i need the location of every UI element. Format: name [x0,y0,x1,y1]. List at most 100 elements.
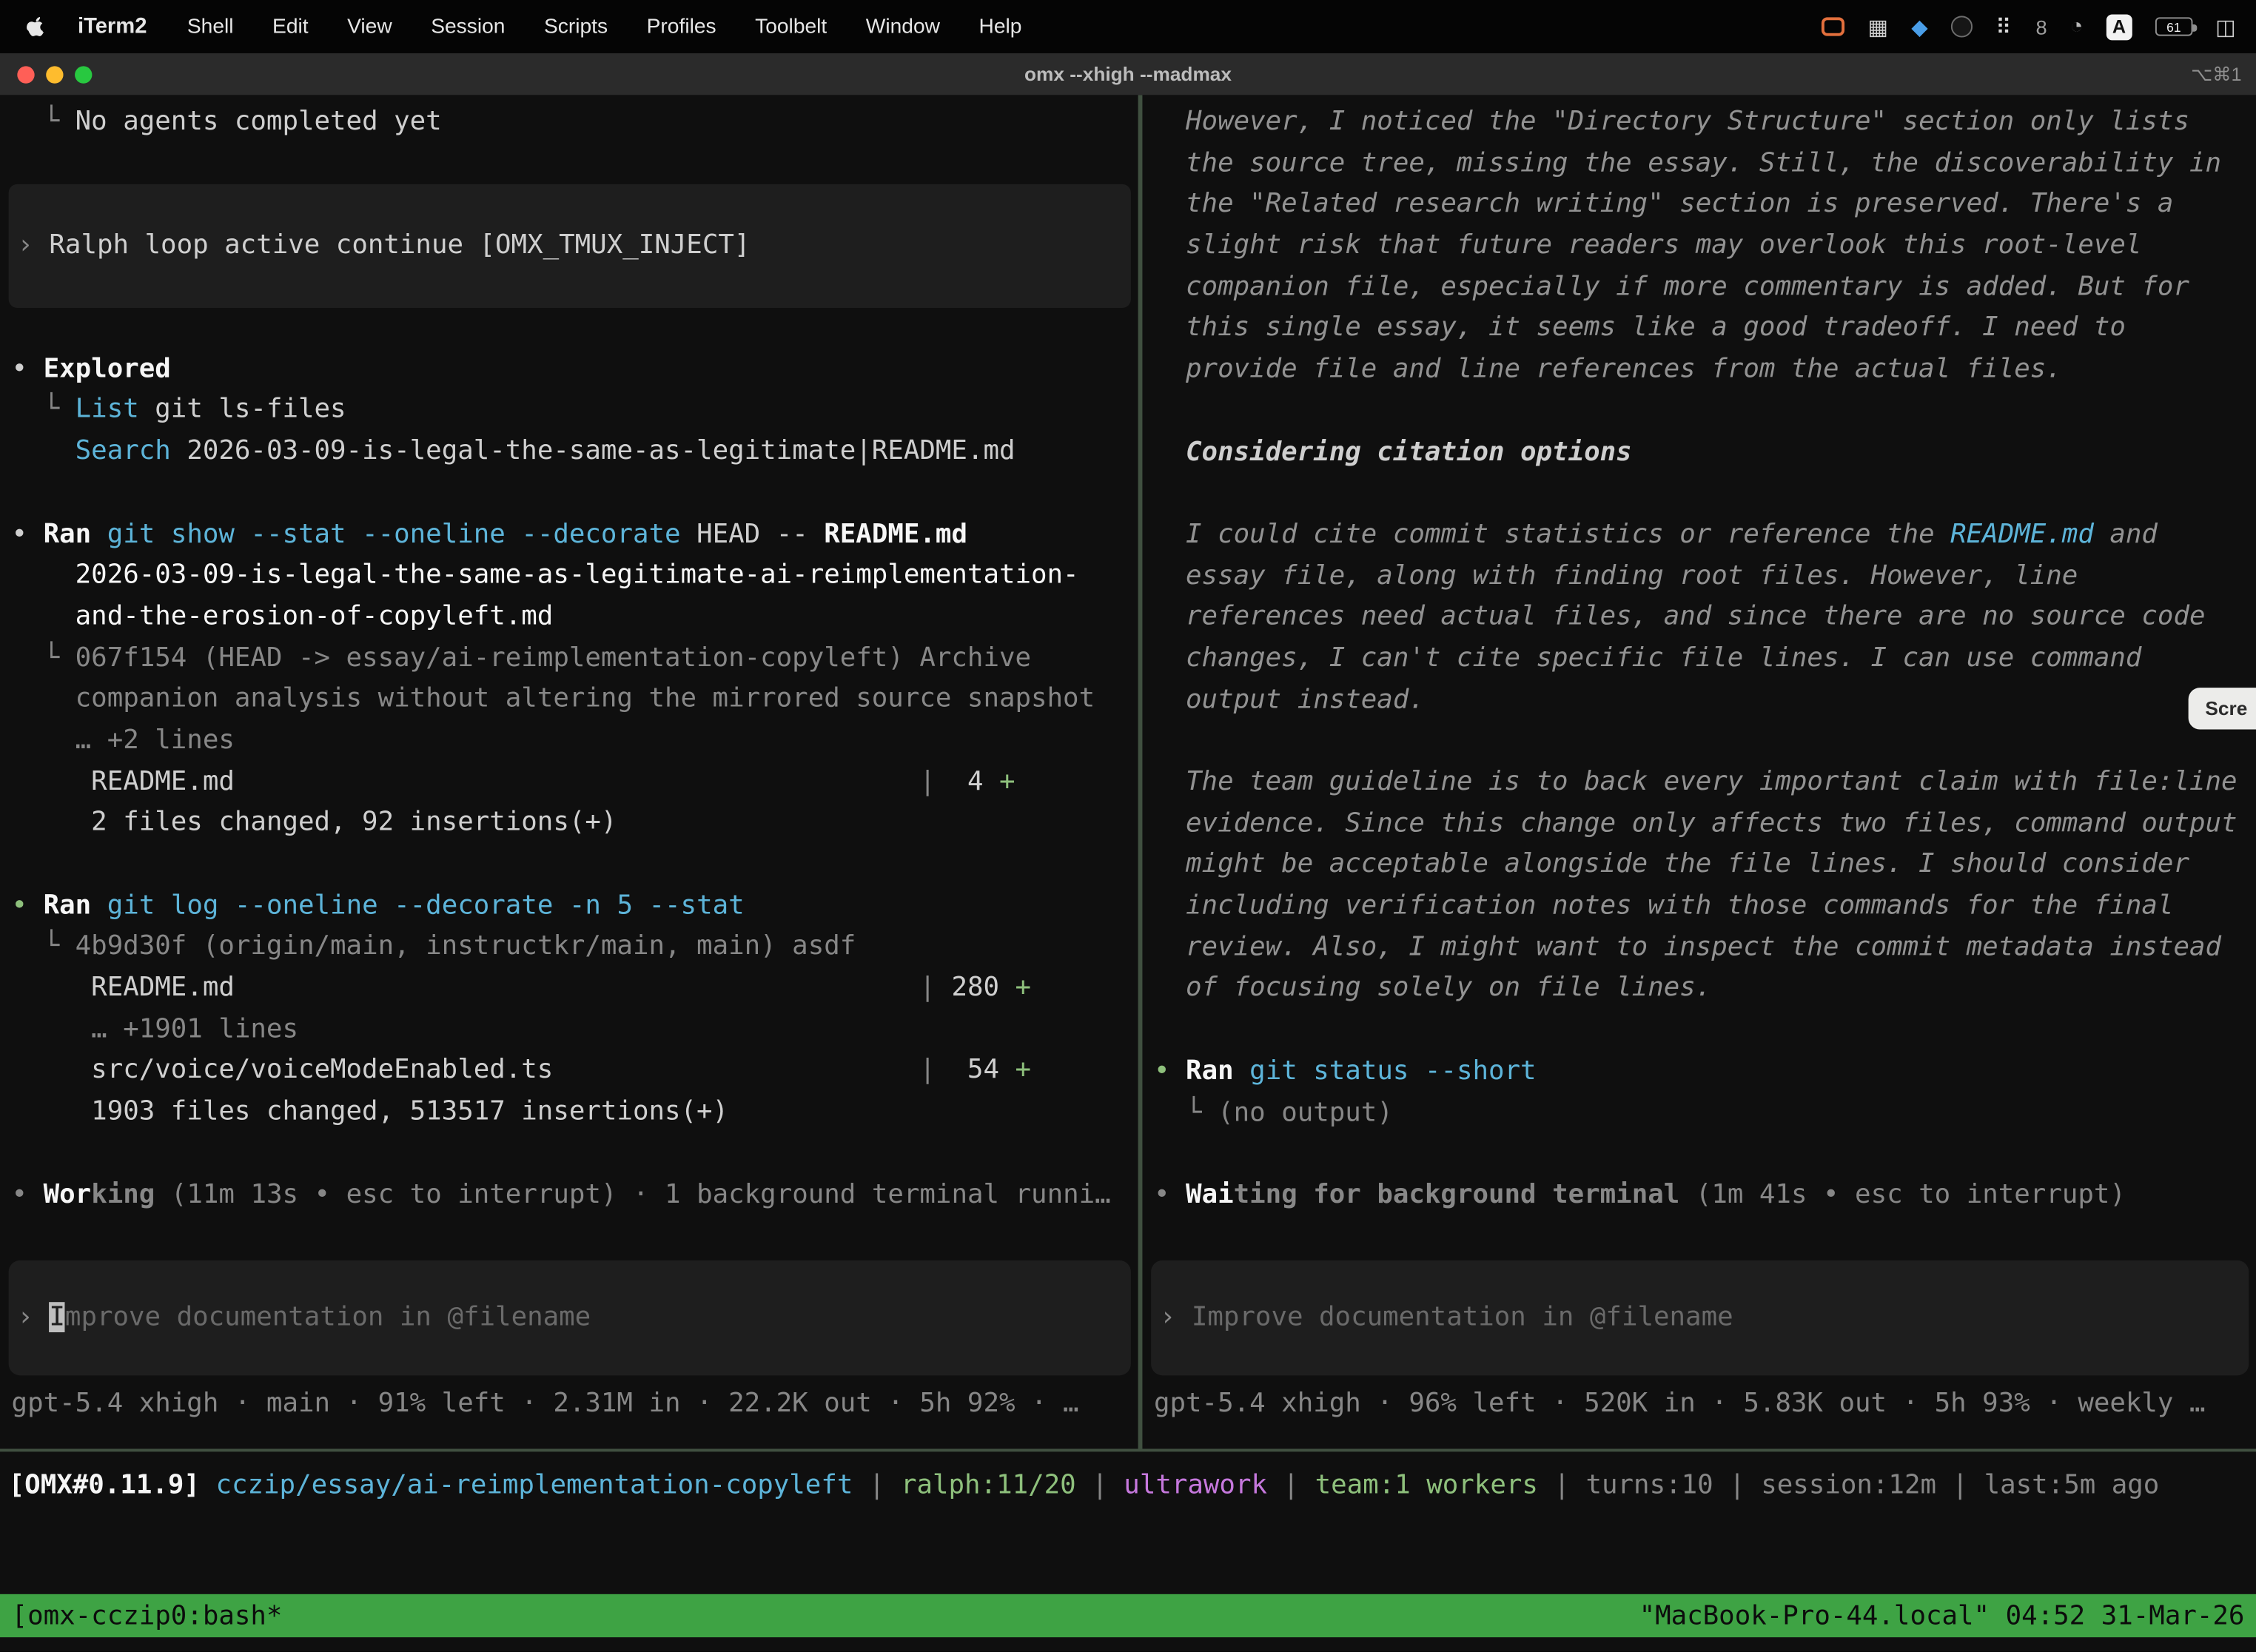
title-bar[interactable]: omx --xhigh --madmax ⌥⌘1 [0,53,2256,95]
right-pane[interactable]: However, I noticed the "Directory Struct… [1142,95,2256,1448]
left-prompt-text: › Improve documentation in @filename [9,1297,1131,1339]
text-span: README.md [1950,519,2094,549]
text-span: | [235,973,936,1003]
menu-items: Shell Edit View Session Scripts Profiles Toolb… [187,15,1022,38]
text-span: └ [12,931,75,961]
text-span: 54 [936,1055,1015,1086]
terminal-line: └ 4b9d30f (origin/main, instructkr/main,… [12,927,1138,969]
battery-icon[interactable]: 61 [2155,17,2193,36]
text-span: └ [12,642,75,673]
text-span: • [12,354,44,384]
terminal-line: • Ran git log --oneline --decorate -n 5 … [12,886,1138,927]
terminal-line: README.md | 4 + [12,762,1138,804]
terminal-line: I could cite commit statistics or refere… [1154,515,2256,557]
terminal-line: evidence. Since this change only affects… [1154,804,2256,845]
text-span: + [999,766,1015,796]
menu-edit[interactable]: Edit [272,15,309,38]
terminal-line: gpt-5.4 xhigh · 96% left · 520K in · 5.8… [1154,1385,2256,1426]
menu-scripts[interactable]: Scripts [544,15,608,38]
terminal-line: README.md | 280 + [12,968,1138,1010]
terminal-line [1154,1134,2256,1175]
text-span: Explored [44,354,171,384]
terminal-line [12,473,1138,514]
text-span: | [1267,1471,1315,1501]
terminal-line: › Improve documentation in @filename [17,1297,1131,1339]
screen: iTerm2 Shell Edit View Session Scripts Profil… [0,0,2256,1652]
menu-profiles[interactable]: Profiles [647,15,716,38]
terminal-line: provide file and line references from th… [1154,350,2256,392]
text-span: session:12m [1761,1471,1936,1501]
terminal-line [1154,474,2256,515]
left-prompt-input[interactable]: › Improve documentation in @filename [9,1260,1131,1376]
app-menu-iterm2[interactable]: iTerm2 [78,14,147,38]
text-span: HEAD -- [696,519,824,549]
tmux-session[interactable]: [omx-cczip0:bash* [12,1601,283,1631]
terminal-line: [OMX#0.11.9] cczip/essay/ai-reimplementa… [9,1466,2256,1508]
right-prompt-input[interactable]: › Improve documentation in @filename [1151,1260,2249,1376]
menu-window[interactable]: Window [866,15,940,38]
text-span [12,436,75,466]
input-source-icon[interactable]: A [2106,13,2132,39]
terminal-line: • Explored [12,349,1138,391]
control-center-icon[interactable]: ◫ [2215,13,2236,39]
menu-view[interactable]: View [347,15,392,38]
left-model-status: gpt-5.4 xhigh · main · 91% left · 2.31M … [0,1385,1138,1426]
text-span: and-the-erosion-of-copyleft.md [12,601,554,631]
right-transcript: However, I noticed the "Directory Struct… [1142,102,2256,1217]
text-span: references need actual files, and since … [1154,602,2206,632]
terminal-line: • Ran git show --stat --oneline --decora… [12,514,1138,556]
dark-circle-icon[interactable] [1951,16,1973,37]
text-span: companion file, especially if more comme… [1154,272,2189,302]
terminal-line: … +1901 lines [12,1010,1138,1051]
terminal-line: 1903 files changed, 513517 insertions(+) [12,1092,1138,1134]
keyboard-icon[interactable]: 8 [2035,15,2047,38]
menu-session[interactable]: Session [431,15,505,38]
text-span: List [75,394,139,425]
text-span: · 1 background terminal runni… [617,1179,1110,1209]
menu-toolbelt[interactable]: Toolbelt [755,15,827,38]
text-span: git show --stat --oneline --decorate [107,519,696,549]
text-span: gpt-5.4 xhigh · 96% left · 520K in · 5.8… [1154,1389,2206,1419]
text-span: Wor [44,1179,92,1209]
text-span: Ralph loop active continue [OMX_TMUX_INJ… [49,230,750,261]
text-span: 4 [936,766,999,796]
text-span: Ran [44,519,107,549]
clock-icon[interactable]: ◔ [2070,14,2084,38]
recording-indicator-icon[interactable] [1822,17,1844,36]
right-prompt-text: › Improve documentation in @filename [1151,1297,2249,1339]
terminal-line [1154,1010,2256,1052]
close-button[interactable] [17,65,34,82]
terminal-line: src/voice/voiceModeEnabled.ts | 54 + [12,1051,1138,1092]
terminal-line: • Ran git status --short [1154,1052,2256,1093]
screen-sharing-pill[interactable]: Scre [2188,688,2256,729]
text-span: … +1901 lines [12,1014,298,1044]
terminal-line: references need actual files, and since … [1154,597,2256,639]
terminal-line: companion file, especially if more comme… [1154,267,2256,309]
zoom-button[interactable] [75,65,92,82]
left-pane[interactable]: └ No agents completed yet › Ralph loop a… [0,95,1138,1448]
blue-app-icon[interactable]: ◆ [1911,13,1927,39]
grid-icon[interactable]: ▦ [1868,13,1889,39]
text-span: | [1538,1471,1586,1501]
text-span: › [17,230,49,261]
text-span: Wai [1186,1180,1234,1210]
left-transcript: • Explored └ List git ls-files Search 20… [0,308,1138,1216]
text-span: changes, I can't cite specific file line… [1154,643,2141,674]
text-span: README.md [12,973,235,1003]
text-span: Ran [44,890,107,921]
terminal-line: └ List git ls-files [12,391,1138,432]
text-span: git status --short [1249,1055,1536,1086]
text-span: the source tree, missing the essay. Stil… [1154,148,2221,178]
text-span: 280 [936,973,1015,1003]
minimize-button[interactable] [46,65,63,82]
dots-grid-icon[interactable]: ⠿ [1995,13,2012,39]
text-span: Ran [1186,1055,1249,1086]
terminal-line: the "Related research writing" section i… [1154,185,2256,226]
menu-shell[interactable]: Shell [187,15,234,38]
text-span: of focusing solely on file lines. [1154,973,1711,1004]
apple-icon [26,14,46,38]
apple-menu[interactable] [26,14,46,38]
tmux-status-bar: [omx-cczip0:bash* "MacBook-Pro-44.local"… [0,1594,2256,1637]
terminal-line: └ 067f154 (HEAD -> essay/ai-reimplementa… [12,638,1138,679]
menu-help[interactable]: Help [979,15,1022,38]
